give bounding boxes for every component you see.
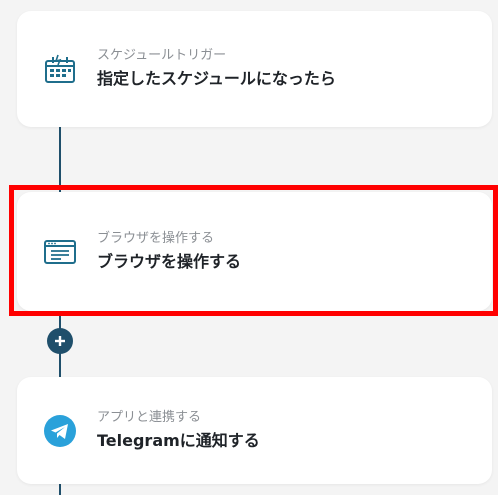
flow-step-browser-operation[interactable]: ブラウザを操作する ブラウザを操作する (17, 192, 492, 311)
plus-icon (55, 336, 65, 346)
calendar-schedule-icon (43, 52, 77, 86)
flow-step-telegram-notify[interactable]: アプリと連携する Telegramに通知する (17, 377, 492, 484)
telegram-icon (43, 414, 77, 448)
step-title: ブラウザを操作する (97, 251, 242, 271)
step-type-label: ブラウザを操作する (97, 230, 215, 246)
flow-step-schedule-trigger[interactable]: スケジュールトリガー 指定したスケジュールになったら (17, 11, 492, 127)
step-title: 指定したスケジュールになったら (97, 69, 336, 88)
step-type-label: スケジュールトリガー (97, 48, 227, 63)
flow-connector (59, 127, 61, 192)
browser-window-icon (43, 235, 77, 269)
add-step-button[interactable] (47, 328, 73, 354)
step-type-label: アプリと連携する (97, 409, 202, 425)
flow-connector (59, 484, 61, 495)
step-title: Telegramに通知する (97, 430, 260, 450)
